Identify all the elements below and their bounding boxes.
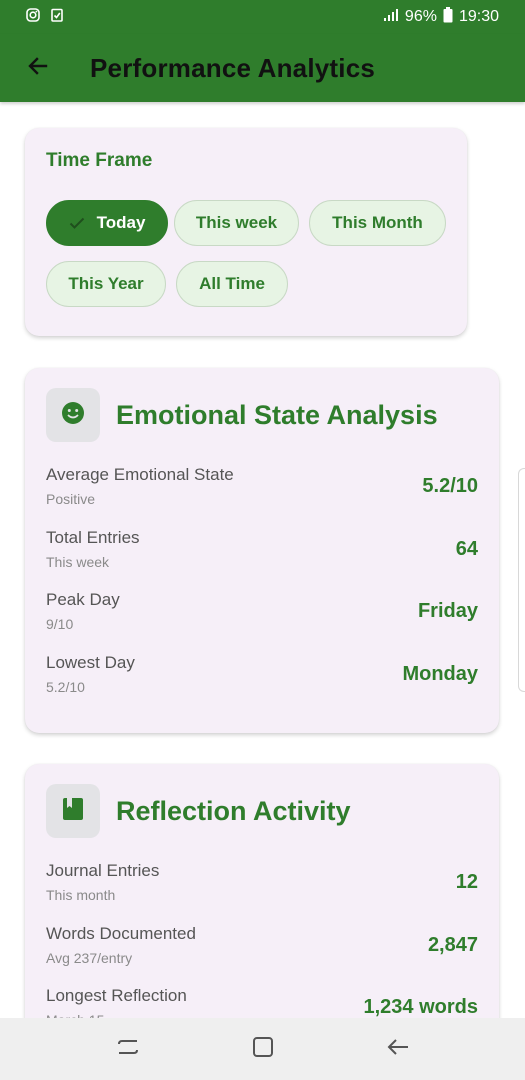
check-icon — [69, 216, 85, 230]
status-bar: 96% 19:30 — [0, 0, 525, 34]
status-left — [26, 7, 64, 27]
stat-value: 5.2/10 — [422, 475, 478, 497]
page-title: Performance Analytics — [90, 52, 376, 83]
chip-label: Today — [96, 213, 146, 232]
stat-row: Lowest Day 5.2/10 Monday — [46, 653, 478, 703]
stat-value: 2,847 — [427, 934, 478, 956]
stat-sub: Positive — [46, 491, 96, 507]
signal-icon — [383, 8, 399, 27]
recents-icon — [116, 1035, 140, 1064]
stat-value: 12 — [455, 871, 478, 893]
battery-icon — [443, 6, 453, 28]
stat-sub: 9/10 — [46, 616, 74, 632]
card-title: Reflection Activity — [116, 795, 351, 826]
instagram-icon — [26, 7, 40, 27]
stat-row: Words Documented Avg 237/entry 2,847 — [46, 924, 478, 974]
back-button[interactable] — [10, 40, 66, 96]
stat-label: Words Documented — [46, 924, 196, 943]
stat-row: Peak Day 9/10 Friday — [46, 590, 478, 640]
stat-value: Monday — [402, 663, 478, 685]
emotional-state-card: Emotional State Analysis Average Emotion… — [25, 368, 499, 733]
clipboard-check-icon — [50, 8, 64, 27]
back-nav-button[interactable] — [378, 1029, 418, 1069]
stat-label: Average Emotional State — [46, 465, 234, 484]
recents-button[interactable] — [108, 1029, 148, 1069]
chip-this-week[interactable]: This week — [174, 200, 299, 246]
chip-this-month[interactable]: This Month — [309, 200, 446, 246]
app-bar: Performance Analytics — [0, 34, 525, 102]
chip-all-time[interactable]: All Time — [176, 261, 288, 307]
icon-box — [46, 784, 100, 838]
stat-sub: This week — [46, 554, 110, 570]
stat-row: Total Entries This week 64 — [46, 528, 478, 578]
home-icon — [251, 1035, 275, 1064]
icon-box — [46, 388, 100, 442]
card-header: Reflection Activity — [46, 784, 351, 838]
smiley-icon — [61, 401, 85, 430]
chip-this-year[interactable]: This Year — [46, 261, 166, 307]
time-frame-label: Time Frame — [46, 150, 153, 171]
stat-value: 1,234 words — [363, 996, 478, 1018]
clock: 19:30 — [458, 8, 499, 25]
stat-label: Peak Day — [46, 590, 120, 609]
stat-value: Friday — [417, 600, 478, 622]
stat-sub: Avg 237/entry — [46, 950, 133, 966]
home-button[interactable] — [243, 1029, 283, 1069]
system-nav-bar — [0, 1018, 525, 1080]
stat-label: Total Entries — [46, 528, 140, 547]
stat-label: Longest Reflection — [46, 986, 187, 1005]
stat-label: Journal Entries — [46, 861, 160, 880]
chip-today[interactable]: Today — [46, 200, 168, 246]
chip-label: This Month — [332, 213, 423, 232]
chip-label: All Time — [199, 274, 265, 293]
stat-sub: This month — [46, 887, 116, 903]
card-title: Emotional State Analysis — [116, 399, 438, 430]
scroll-indicator[interactable] — [518, 468, 525, 692]
stat-value: 64 — [455, 538, 478, 560]
time-frame-card: Time Frame Today This week This Month Th… — [25, 128, 467, 336]
status-right: 96% 19:30 — [383, 6, 499, 28]
back-icon — [386, 1035, 410, 1064]
book-icon — [62, 797, 84, 826]
arrow-left-icon — [26, 54, 50, 83]
card-header: Emotional State Analysis — [46, 388, 438, 442]
chip-label: This week — [195, 213, 278, 232]
stat-row: Journal Entries This month 12 — [46, 861, 478, 911]
chip-label: This Year — [68, 274, 144, 293]
stat-label: Lowest Day — [46, 653, 135, 672]
stat-sub: 5.2/10 — [46, 679, 85, 695]
stat-row: Average Emotional State Positive 5.2/10 — [46, 465, 478, 515]
battery-percent: 96% — [404, 8, 437, 25]
